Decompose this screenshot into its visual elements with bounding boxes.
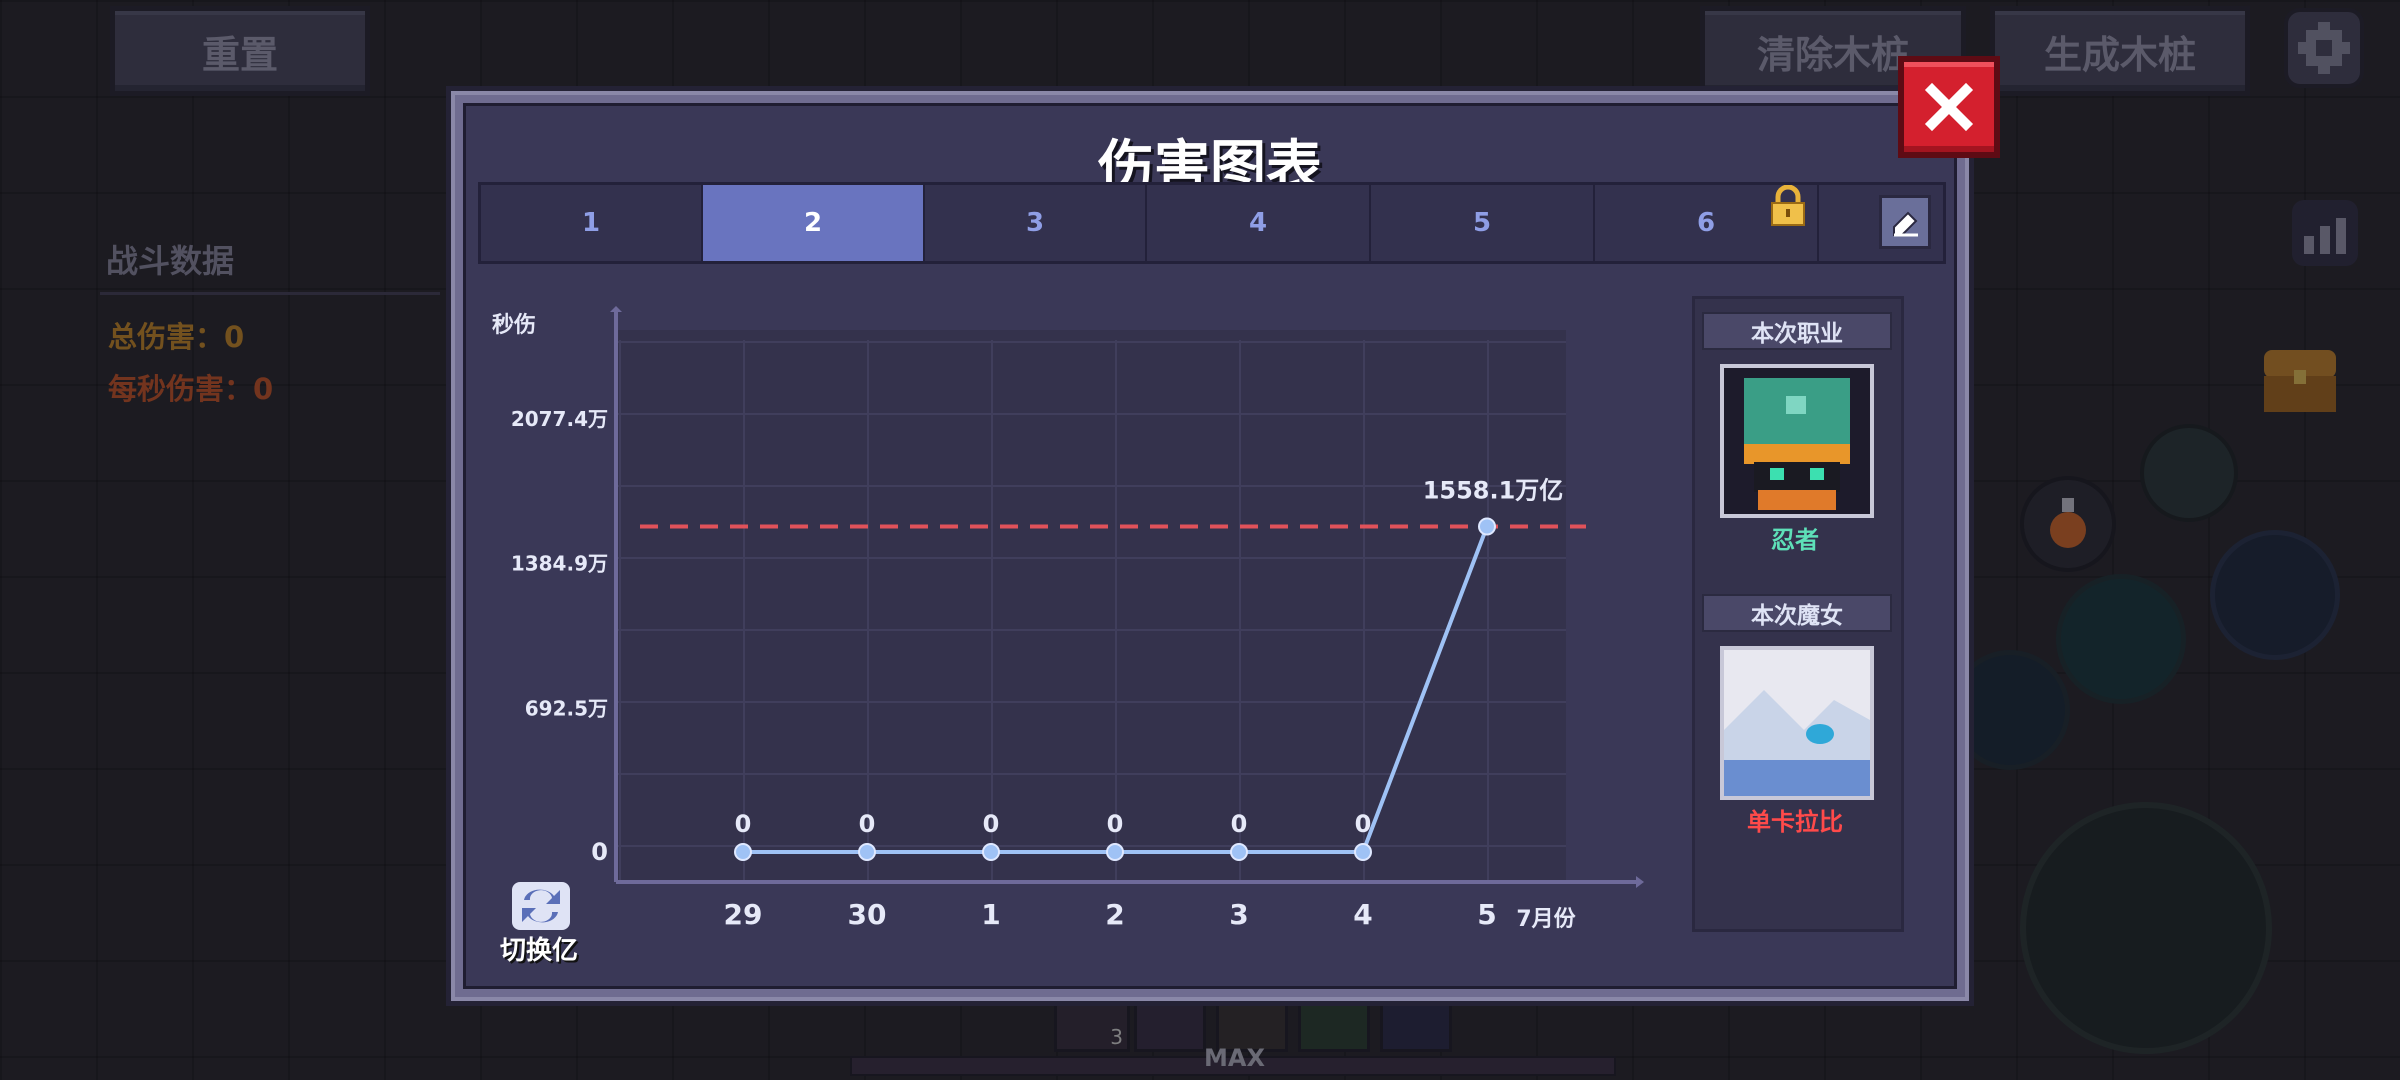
tab-bar: 1 2 3 4 5 6 xyxy=(478,182,1946,264)
witch-portrait xyxy=(1720,646,1874,800)
data-label: 0 xyxy=(1355,810,1372,838)
data-label: 0 xyxy=(1107,810,1124,838)
data-point xyxy=(734,843,752,861)
data-label: 0 xyxy=(735,810,752,838)
witch-avatar xyxy=(1724,650,1870,796)
close-icon xyxy=(1924,82,1974,132)
data-point xyxy=(1478,517,1496,536)
x-axis-label: 7月份 xyxy=(1516,907,1576,932)
edit-button[interactable] xyxy=(1879,195,1931,249)
tab-2[interactable]: 2 xyxy=(703,185,925,261)
y-tick-label: 1384.9万 xyxy=(511,552,608,576)
y-tick-label: 692.5万 xyxy=(525,696,608,720)
damage-line-chart: 秒伤 0 692.5万 1384.9万 2077.4万 0 0 0 0 0 0 1558.1万亿 29 3… xyxy=(492,306,1644,932)
x-tick-label: 5 xyxy=(1477,898,1496,931)
tab-label: 5 xyxy=(1472,208,1492,238)
tab-label: 3 xyxy=(1025,208,1045,238)
eraser-icon xyxy=(1893,211,1918,237)
data-point xyxy=(1354,843,1372,861)
lock-icon xyxy=(1768,184,1808,231)
x-tick-label: 4 xyxy=(1353,898,1372,931)
witch-name: 单卡拉比 xyxy=(1747,808,1843,836)
x-axis-arrow xyxy=(1636,876,1644,888)
y-tick-label: 2077.4万 xyxy=(511,407,608,431)
plot-background xyxy=(616,330,1566,882)
class-header: 本次职业 xyxy=(1702,312,1892,350)
class-name: 忍者 xyxy=(1771,526,1819,554)
x-tick-label: 29 xyxy=(724,898,763,931)
switch-unit-button[interactable] xyxy=(506,876,576,936)
tab-1[interactable]: 1 xyxy=(481,185,703,261)
y-tick-label: 0 xyxy=(591,838,608,866)
tab-label: 6 xyxy=(1696,208,1716,238)
y-axis-arrow xyxy=(610,306,622,312)
x-tick-label: 30 xyxy=(848,898,887,931)
data-label: 0 xyxy=(1231,810,1248,838)
tab-label: 2 xyxy=(803,208,823,238)
y-axis-label: 秒伤 xyxy=(492,313,536,338)
class-portrait xyxy=(1720,364,1874,518)
switch-unit-label: 切换亿 xyxy=(500,936,579,966)
tab-5[interactable]: 5 xyxy=(1371,185,1595,261)
x-tick-label: 2 xyxy=(1105,898,1124,931)
witch-header: 本次魔女 xyxy=(1702,594,1892,632)
data-label: 1558.1万亿 xyxy=(1423,476,1564,504)
x-tick-label: 1 xyxy=(981,898,1000,931)
ninja-avatar xyxy=(1744,378,1850,510)
data-point xyxy=(982,843,1000,861)
x-tick-label: 3 xyxy=(1229,898,1248,931)
data-label: 0 xyxy=(983,810,1000,838)
tab-3[interactable]: 3 xyxy=(925,185,1147,261)
data-point xyxy=(1106,843,1124,861)
tab-label: 1 xyxy=(581,208,601,238)
data-point xyxy=(858,843,876,861)
data-label: 0 xyxy=(859,810,876,838)
close-button[interactable] xyxy=(1898,56,2000,158)
data-point xyxy=(1230,843,1248,861)
refresh-icon xyxy=(512,882,570,930)
tab-4[interactable]: 4 xyxy=(1147,185,1371,261)
tab-label: 4 xyxy=(1248,208,1268,238)
